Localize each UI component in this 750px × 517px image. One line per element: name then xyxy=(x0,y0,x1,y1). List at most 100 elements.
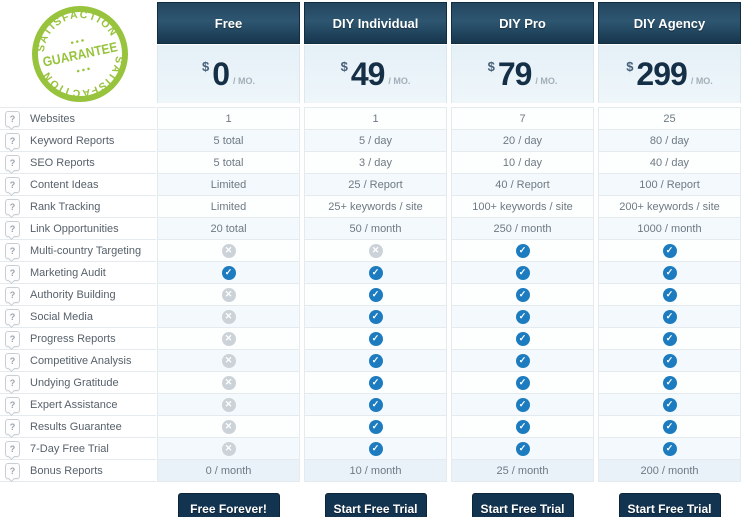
feature-label-row: ? Undying Gratitude xyxy=(0,372,156,394)
feature-value-text: 100 / Report xyxy=(639,178,700,191)
feature-value-cell: ✕ xyxy=(157,416,300,438)
help-tooltip-icon[interactable]: ? xyxy=(5,264,20,281)
feature-label-row: ? Bonus Reports xyxy=(0,460,156,482)
feature-value-cell: ✓ xyxy=(304,306,447,328)
help-tooltip-icon[interactable]: ? xyxy=(5,154,20,171)
help-tooltip-icon[interactable]: ? xyxy=(5,418,20,435)
price-period: / MO. xyxy=(690,76,713,86)
feature-label: Rank Tracking xyxy=(30,200,101,213)
check-icon: ✓ xyxy=(368,397,383,412)
feature-value-cell: 5 total xyxy=(157,152,300,174)
plan-column-free: Free $0/ MO. 1 5 total 5 total Limited Limited… xyxy=(157,0,300,517)
feature-value-cell: 20 total xyxy=(157,218,300,240)
plan-price: $299/ MO. xyxy=(598,45,741,103)
feature-value-cell: ✓ xyxy=(598,328,741,350)
feature-value-cell: ✓ xyxy=(304,416,447,438)
cross-icon: ✕ xyxy=(221,375,236,390)
plan-price: $79/ MO. xyxy=(451,45,594,103)
plan-column-diy-agency: DIY Agency $299/ MO. 25 80 / day 40 / day 100… xyxy=(598,0,741,517)
help-tooltip-icon[interactable]: ? xyxy=(5,440,20,457)
feature-label-row: ? Keyword Reports xyxy=(0,130,156,152)
feature-value-cell: ✓ xyxy=(451,372,594,394)
feature-labels-column: ? Websites? Keyword Reports? SEO Reports? Co… xyxy=(0,107,156,482)
plan-feature-cells: 1 5 total 5 total Limited Limited 20 total ✕ ✓ ✕… xyxy=(157,107,300,482)
check-icon: ✓ xyxy=(368,265,383,280)
feature-label: Expert Assistance xyxy=(30,398,118,411)
help-tooltip-icon[interactable]: ? xyxy=(5,110,20,127)
check-icon: ✓ xyxy=(515,397,530,412)
currency-symbol: $ xyxy=(626,58,634,74)
feature-value-cell: 10 / month xyxy=(304,460,447,482)
free-forever-button[interactable]: Free Forever! xyxy=(177,493,280,517)
feature-value-cell: 1000 / month xyxy=(598,218,741,240)
check-icon: ✓ xyxy=(662,309,677,324)
help-tooltip-icon[interactable]: ? xyxy=(5,176,20,193)
help-tooltip-icon[interactable]: ? xyxy=(5,462,20,479)
feature-value-text: 5 total xyxy=(213,156,244,169)
help-tooltip-icon[interactable]: ? xyxy=(5,330,20,347)
help-tooltip-icon[interactable]: ? xyxy=(5,286,20,303)
start-free-trial-button[interactable]: Start Free Trial xyxy=(324,493,427,517)
feature-value-cell: Limited xyxy=(157,174,300,196)
feature-value-cell: 10 / day xyxy=(451,152,594,174)
check-icon: ✓ xyxy=(515,375,530,390)
price-amount: 79 xyxy=(497,56,533,92)
feature-value-text: 25 xyxy=(663,112,676,125)
feature-label: Keyword Reports xyxy=(30,134,115,147)
feature-value-cell: ✕ xyxy=(157,306,300,328)
feature-value-cell: 200+ keywords / site xyxy=(598,196,741,218)
check-icon: ✓ xyxy=(368,331,383,346)
check-icon: ✓ xyxy=(515,287,530,302)
feature-value-cell: ✕ xyxy=(157,328,300,350)
feature-value-cell: ✓ xyxy=(598,372,741,394)
help-tooltip-icon[interactable]: ? xyxy=(5,198,20,215)
feature-label-row: ? Results Guarantee xyxy=(0,416,156,438)
feature-value-cell: 100 / Report xyxy=(598,174,741,196)
help-tooltip-icon[interactable]: ? xyxy=(5,396,20,413)
feature-value-cell: ✓ xyxy=(304,262,447,284)
start-free-trial-button[interactable]: Start Free Trial xyxy=(471,493,574,517)
feature-label-row: ? Social Media xyxy=(0,306,156,328)
help-tooltip-icon[interactable]: ? xyxy=(5,132,20,149)
feature-label-row: ? Rank Tracking xyxy=(0,196,156,218)
cross-icon: ✕ xyxy=(221,331,236,346)
help-tooltip-icon[interactable]: ? xyxy=(5,308,20,325)
feature-label-row: ? 7-Day Free Trial xyxy=(0,438,156,460)
feature-value-cell: ✕ xyxy=(157,438,300,460)
plan-name-header: DIY Individual xyxy=(304,2,447,44)
feature-value-cell: ✕ xyxy=(157,394,300,416)
guarantee-stamp-icon: SATISFACTION SATISFACTION GUARANTEE ● ● … xyxy=(28,1,132,107)
check-icon: ✓ xyxy=(368,353,383,368)
feature-value-cell: 25 xyxy=(598,108,741,130)
feature-value-text: 25 / month xyxy=(496,464,549,477)
check-icon: ✓ xyxy=(662,331,677,346)
feature-value-cell: 100+ keywords / site xyxy=(451,196,594,218)
price-period: / MO. xyxy=(388,76,411,86)
cross-icon: ✕ xyxy=(221,243,236,258)
feature-value-cell: ✓ xyxy=(451,438,594,460)
help-tooltip-icon[interactable]: ? xyxy=(5,220,20,237)
start-free-trial-button[interactable]: Start Free Trial xyxy=(618,493,721,517)
feature-value-text: 10 / day xyxy=(502,156,543,169)
feature-value-text: 25+ keywords / site xyxy=(328,200,423,213)
feature-value-text: 3 / day xyxy=(358,156,393,169)
plan-feature-cells: 7 20 / day 10 / day 40 / Report 100+ keyword… xyxy=(451,107,594,482)
help-tooltip-icon[interactable]: ? xyxy=(5,242,20,259)
help-tooltip-icon[interactable]: ? xyxy=(5,352,20,369)
feature-label: Websites xyxy=(30,112,76,125)
help-tooltip-icon[interactable]: ? xyxy=(5,374,20,391)
feature-value-cell: ✓ xyxy=(598,240,741,262)
check-icon: ✓ xyxy=(662,265,677,280)
feature-label: Competitive Analysis xyxy=(30,354,132,367)
check-icon: ✓ xyxy=(662,243,677,258)
plan-price: $0/ MO. xyxy=(157,45,300,103)
price-amount: 299 xyxy=(636,56,687,92)
feature-value-cell: ✓ xyxy=(451,350,594,372)
feature-value-text: 100+ keywords / site xyxy=(472,200,573,213)
feature-value-cell: ✓ xyxy=(304,372,447,394)
cross-icon: ✕ xyxy=(368,243,383,258)
feature-value-cell: ✓ xyxy=(451,394,594,416)
cross-icon: ✕ xyxy=(221,419,236,434)
feature-value-cell: ✓ xyxy=(304,284,447,306)
feature-value-text: 80 / day xyxy=(649,134,690,147)
